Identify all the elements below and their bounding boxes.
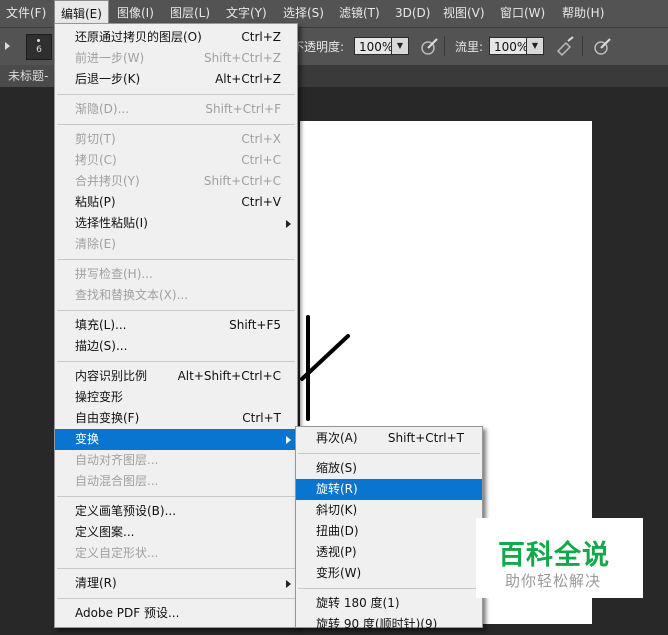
menu-item-purge[interactable]: 清理(R) bbox=[55, 573, 297, 594]
watermark: 百科全说 助你轻松解决 bbox=[476, 518, 643, 598]
menu-item-step-backward[interactable]: 后退一步(K) Alt+Ctrl+Z bbox=[55, 69, 297, 90]
menu-item-paste[interactable]: 粘贴(P) Ctrl+V bbox=[55, 192, 297, 213]
menu-view[interactable]: 视图(V) bbox=[437, 0, 491, 27]
menu-3d[interactable]: 3D(D) bbox=[389, 0, 436, 27]
submenu-item-rotate-180[interactable]: 旋转 180 度(1) bbox=[296, 593, 482, 614]
menu-item-fill[interactable]: 填充(L)... Shift+F5 bbox=[55, 315, 297, 336]
pressure-size-icon[interactable] bbox=[592, 35, 614, 57]
flow-label: 流里: bbox=[455, 40, 484, 54]
tool-preset-arrow-icon[interactable] bbox=[5, 42, 10, 50]
pressure-opacity-icon[interactable] bbox=[419, 35, 441, 57]
menu-window[interactable]: 窗口(W) bbox=[494, 0, 551, 27]
menu-item-auto-blend-layers[interactable]: 自动混合图层... bbox=[55, 471, 297, 492]
menu-separator bbox=[57, 259, 295, 260]
menu-file[interactable]: 文件(F) bbox=[0, 0, 52, 27]
menu-item-step-forward[interactable]: 前进一步(W) Shift+Ctrl+Z bbox=[55, 48, 297, 69]
menu-item-puppet-warp[interactable]: 操控变形 bbox=[55, 387, 297, 408]
menu-item-cut[interactable]: 剪切(T) Ctrl+X bbox=[55, 129, 297, 150]
submenu-item-rotate-90-cw[interactable]: 旋转 90 度(顺时针)(9) bbox=[296, 614, 482, 635]
menu-item-free-transform[interactable]: 自由变换(F) Ctrl+T bbox=[55, 408, 297, 429]
submenu-item-skew[interactable]: 斜切(K) bbox=[296, 500, 482, 521]
flow-dropdown-button[interactable]: ▼ bbox=[526, 37, 544, 55]
menu-separator bbox=[57, 124, 295, 125]
submenu-item-warp[interactable]: 变形(W) bbox=[296, 563, 482, 584]
brush-preset-picker[interactable]: 6 bbox=[26, 34, 52, 60]
menu-item-define-shape[interactable]: 定义自定形状... bbox=[55, 543, 297, 564]
document-tab[interactable]: 未标题- bbox=[0, 65, 60, 87]
submenu-arrow-icon bbox=[286, 580, 291, 588]
submenu-arrow-icon bbox=[286, 220, 291, 228]
menu-separator bbox=[298, 453, 480, 454]
opacity-label: 不透明度: bbox=[292, 40, 345, 54]
submenu-item-rotate[interactable]: 旋转(R) bbox=[296, 479, 482, 500]
watermark-title: 百科全说 bbox=[498, 540, 610, 571]
opacity-input[interactable]: 100% bbox=[354, 37, 393, 55]
menu-item-define-brush[interactable]: 定义画笔预设(B)... bbox=[55, 501, 297, 522]
menu-item-spell-check[interactable]: 拼写检查(H)... bbox=[55, 264, 297, 285]
menu-item-fade[interactable]: 渐隐(D)... Shift+Ctrl+F bbox=[55, 99, 297, 120]
menu-item-clear[interactable]: 清除(E) bbox=[55, 234, 297, 255]
menu-separator bbox=[298, 588, 480, 589]
submenu-arrow-icon bbox=[286, 436, 291, 444]
brush-tip-icon bbox=[37, 39, 40, 42]
airbrush-icon[interactable] bbox=[554, 35, 576, 57]
menu-separator bbox=[57, 94, 295, 95]
flow-input[interactable]: 100% bbox=[489, 37, 528, 55]
menu-item-auto-align-layers[interactable]: 自动对齐图层... bbox=[55, 450, 297, 471]
menu-item-stroke[interactable]: 描边(S)... bbox=[55, 336, 297, 357]
menu-separator bbox=[57, 598, 295, 599]
menu-item-content-aware-scale[interactable]: 内容识别比例 Alt+Shift+Ctrl+C bbox=[55, 366, 297, 387]
menu-separator bbox=[57, 496, 295, 497]
submenu-item-distort[interactable]: 扭曲(D) bbox=[296, 521, 482, 542]
menu-separator bbox=[57, 310, 295, 311]
toolbar-divider bbox=[444, 36, 445, 56]
menu-separator bbox=[57, 361, 295, 362]
menu-item-undo[interactable]: 还原通过拷贝的图层(O) Ctrl+Z bbox=[55, 27, 297, 48]
edit-menu: 还原通过拷贝的图层(O) Ctrl+Z 前进一步(W) Shift+Ctrl+Z 后… bbox=[54, 23, 298, 628]
opacity-dropdown-button[interactable]: ▼ bbox=[391, 37, 409, 55]
menu-item-pdf-presets[interactable]: Adobe PDF 预设... bbox=[55, 603, 297, 624]
submenu-item-again[interactable]: 再次(A) Shift+Ctrl+T bbox=[296, 428, 482, 449]
transform-submenu: 再次(A) Shift+Ctrl+T 缩放(S) 旋转(R) 斜切(K) 扭曲(D… bbox=[295, 426, 483, 631]
menu-filter[interactable]: 滤镜(T) bbox=[333, 0, 386, 27]
menu-item-paste-special[interactable]: 选择性粘贴(I) bbox=[55, 213, 297, 234]
watermark-subtitle: 助你轻松解决 bbox=[505, 572, 602, 590]
brush-size: 6 bbox=[36, 45, 42, 55]
menu-help[interactable]: 帮助(H) bbox=[556, 0, 610, 27]
submenu-item-perspective[interactable]: 透视(P) bbox=[296, 542, 482, 563]
submenu-item-scale[interactable]: 缩放(S) bbox=[296, 458, 482, 479]
menu-item-find-replace[interactable]: 查找和替换文本(X)... bbox=[55, 285, 297, 306]
menu-item-define-pattern[interactable]: 定义图案... bbox=[55, 522, 297, 543]
menu-separator bbox=[57, 568, 295, 569]
menu-item-transform[interactable]: 变换 bbox=[55, 429, 297, 450]
menu-item-copy-merged[interactable]: 合并拷贝(Y) Shift+Ctrl+C bbox=[55, 171, 297, 192]
menu-item-copy[interactable]: 拷贝(C) Ctrl+C bbox=[55, 150, 297, 171]
toolbar-divider bbox=[582, 36, 583, 56]
